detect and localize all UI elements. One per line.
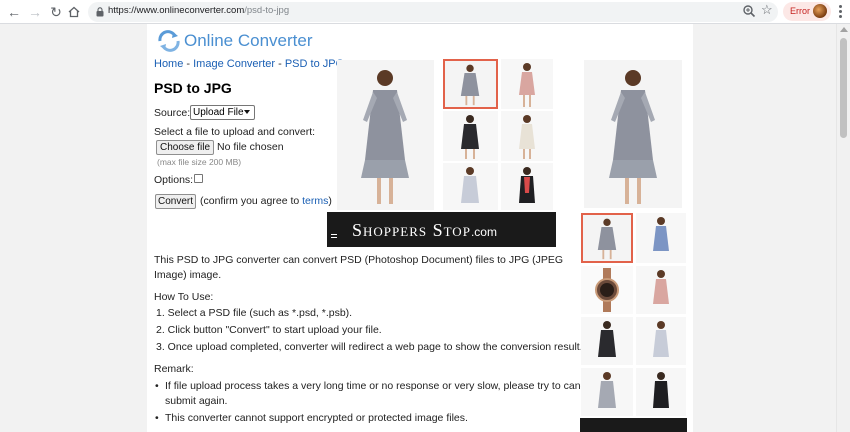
scroll-up-icon[interactable] xyxy=(840,27,848,32)
list-item: This converter cannot support encrypted … xyxy=(154,411,617,426)
remark-text: If file upload process takes a very long… xyxy=(165,380,618,392)
zoom-icon[interactable] xyxy=(742,4,756,18)
list-item: If file upload process takes a very long… xyxy=(154,379,617,409)
reload-icon[interactable]: ↻ xyxy=(46,2,66,22)
ad-thumbnail[interactable] xyxy=(443,59,498,109)
confirm-prefix: (confirm you agree to xyxy=(200,195,303,207)
how-to-heading: How To Use: xyxy=(154,291,214,303)
ad-thumbnail[interactable] xyxy=(636,317,686,365)
ad-thumbnail[interactable] xyxy=(636,266,686,314)
address-bar[interactable]: https://www.onlineconverter.com/psd-to-j… xyxy=(88,2,778,22)
ad-thumbnail[interactable] xyxy=(636,368,686,416)
max-file-size-note: (max file size 200 MB) xyxy=(157,157,242,167)
ad-footer-bar xyxy=(580,418,687,432)
ad-banner[interactable]: Shoppers Stop.com xyxy=(327,212,556,247)
list-item: 3. Once upload completed, converter will… xyxy=(156,341,583,353)
ad-brand-main: Shoppers Stop xyxy=(352,220,471,240)
list-item: 1. Select a PSD file (such as *.psd, *.p… xyxy=(156,307,353,319)
ad-thumbnail[interactable] xyxy=(501,59,553,109)
ad-thumbnail[interactable] xyxy=(581,317,633,365)
site-logo-text[interactable]: Online Converter xyxy=(184,31,313,51)
error-label: Error xyxy=(790,6,810,16)
ad-thumbnail[interactable] xyxy=(636,213,686,263)
terms-link[interactable]: terms xyxy=(302,195,328,207)
page-title: PSD to JPG xyxy=(154,80,232,96)
no-file-text: No file chosen xyxy=(217,141,284,153)
ad-thumbnail[interactable] xyxy=(581,213,633,263)
description-text: This PSD to JPG converter can convert PS… xyxy=(154,254,564,281)
remarks-list: If file upload process takes a very long… xyxy=(154,379,617,426)
bookmark-star-icon[interactable]: ☆ xyxy=(761,2,773,18)
remark-text: submit again. xyxy=(165,395,228,407)
breadcrumb-home-link[interactable]: Home xyxy=(154,58,183,70)
lock-icon xyxy=(96,7,104,17)
options-label: Options: xyxy=(154,174,194,186)
ad-thumbnail[interactable] xyxy=(501,163,553,210)
source-select[interactable]: Upload File xyxy=(190,105,255,120)
ad-thumbnail[interactable] xyxy=(443,111,498,161)
home-icon[interactable] xyxy=(64,2,84,22)
ad-thumbnail[interactable] xyxy=(581,368,633,416)
options-checkbox[interactable] xyxy=(194,174,203,183)
ad-thumbnail[interactable] xyxy=(581,266,633,314)
breadcrumb-current-link[interactable]: PSD to JPG xyxy=(285,58,344,70)
breadcrumb-image-converter-link[interactable]: Image Converter xyxy=(193,58,275,70)
logo-icon[interactable] xyxy=(157,30,181,52)
back-arrow-icon[interactable]: ← xyxy=(4,2,24,22)
ad-info-icon[interactable] xyxy=(331,234,337,238)
profile-error-chip[interactable]: Error xyxy=(783,2,831,21)
confirm-suffix: ) xyxy=(328,195,332,207)
ad-product-image[interactable] xyxy=(584,60,682,208)
browser-toolbar: ← → ↻ https://www.onlineconverter.com/ps… xyxy=(0,0,850,24)
ad-thumbnail[interactable] xyxy=(443,163,498,210)
url-text: https://www.onlineconverter.com/psd-to-j… xyxy=(108,5,290,16)
breadcrumb: Home - Image Converter - PSD to JPG xyxy=(154,58,344,70)
scrollbar-thumb[interactable] xyxy=(840,38,847,138)
breadcrumb-separator: - xyxy=(183,58,194,70)
breadcrumb-separator: - xyxy=(275,58,285,70)
ad-thumbnail[interactable] xyxy=(501,111,553,161)
more-menu-icon[interactable] xyxy=(834,3,846,21)
select-file-label: Select a file to upload and convert: xyxy=(154,126,316,138)
list-item: 2. Click button "Convert" to start uploa… xyxy=(156,324,382,336)
source-label: Source: xyxy=(154,107,191,119)
steps-list: 1. Select a PSD file (such as *.psd, *.p… xyxy=(156,307,583,358)
confirm-terms-text: (confirm you agree to terms) xyxy=(200,195,332,207)
ad-brand-text: Shoppers Stop.com xyxy=(352,220,497,241)
convert-button[interactable]: Convert xyxy=(155,194,196,209)
ad-brand-suffix: .com xyxy=(470,225,497,239)
ad-product-image[interactable] xyxy=(337,60,434,210)
choose-file-button[interactable]: Choose file xyxy=(156,140,214,155)
page-scrollbar[interactable] xyxy=(836,24,850,432)
chevron-down-icon xyxy=(244,110,250,114)
source-select-value: Upload File xyxy=(193,107,244,118)
avatar xyxy=(813,4,827,18)
remark-heading: Remark: xyxy=(154,363,194,375)
forward-arrow-icon[interactable]: → xyxy=(25,2,45,22)
